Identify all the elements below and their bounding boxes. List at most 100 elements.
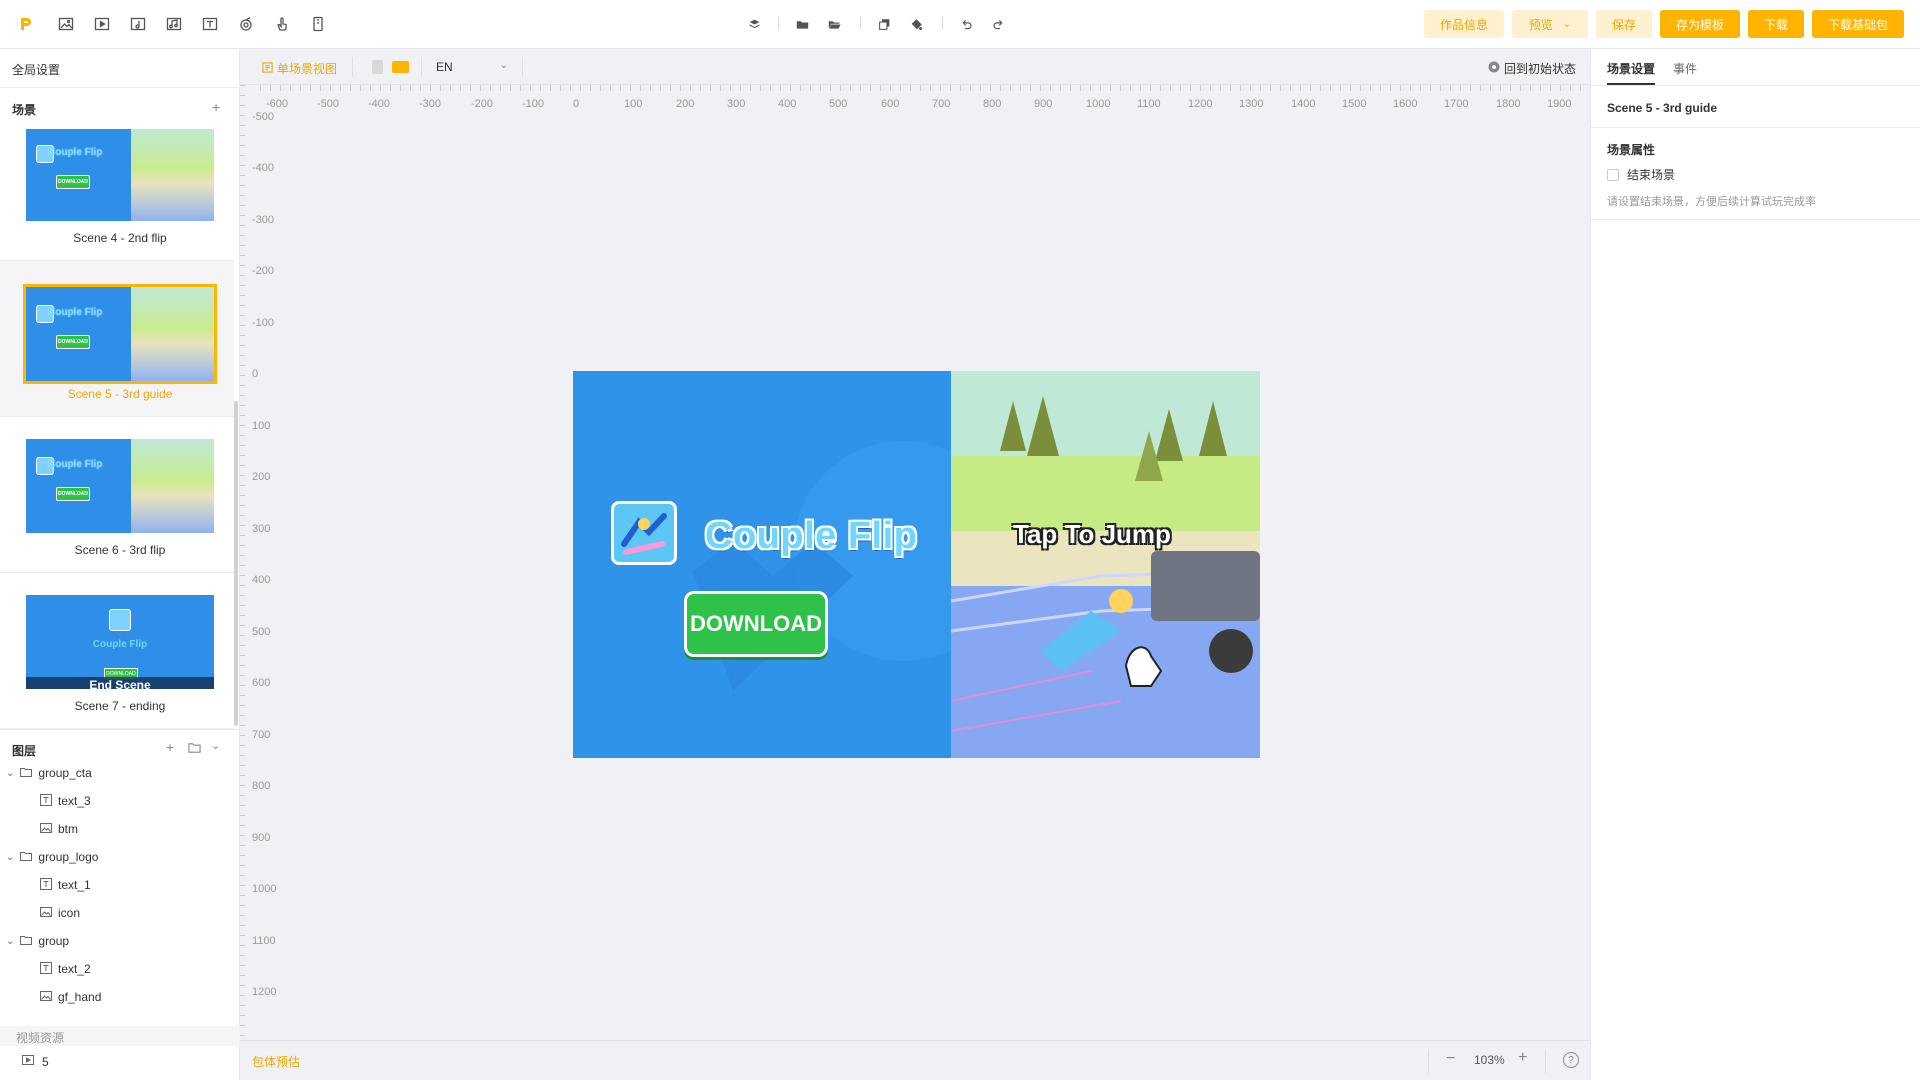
ruler-tick-label: 500 [252,626,271,638]
add-scene-icon[interactable]: + [212,99,220,115]
end-scene-checkbox-row[interactable]: 结束场景 [1607,166,1675,183]
ruler-tick-label: 100 [624,98,643,110]
ruler-tick-label: -400 [368,98,391,110]
thumb-title: Couple Flip [48,459,103,470]
ruler-tick-label: -300 [252,214,275,226]
ruler-tick-label: 1900 [1547,98,1572,110]
scene-list-scrollbar[interactable] [234,401,238,726]
reset-state-label: 回到初始状态 [1504,62,1577,76]
folder-icon[interactable] [794,16,810,32]
scene-item[interactable]: Couple Flip DOWNLOAD Scene 4 - 2nd flip [0,129,234,261]
redo-icon[interactable] [990,16,1006,32]
layer-item-text[interactable]: text_3 [0,787,240,815]
chevron-down-icon[interactable]: ⌄ [6,936,14,947]
paint-icon[interactable] [908,16,924,32]
chevron-down-icon[interactable]: ⌄ [6,852,14,863]
layer-item-group[interactable]: ⌄ group_cta [0,759,240,787]
ruler-tick-label: 1800 [1496,98,1521,110]
global-settings-label[interactable]: 全局设置 [12,61,60,78]
download-base-package-button[interactable]: 下载基础包 [1812,10,1904,38]
package-estimate-link[interactable]: 包体预估 [252,1053,300,1070]
end-scene-overlay: End Scene [26,677,214,689]
zoom-in-button[interactable]: + [1518,1049,1527,1067]
zoom-out-button[interactable]: − [1446,1050,1455,1068]
single-scene-view-label: 单场景视图 [277,62,338,76]
spinner-icon[interactable] [236,14,256,34]
download-cta-button[interactable]: DOWNLOAD [684,591,828,657]
phone-icon[interactable] [308,14,328,34]
video-asset-item[interactable]: 5 [22,1054,49,1069]
canvas-toolbar: 单场景视图 EN ⌄ 回到初始状态 [240,49,1590,85]
scene-thumbnail: Couple Flip DOWNLOAD End Scene [26,595,214,689]
toolbar-divider [778,17,779,29]
reset-state-button[interactable]: 回到初始状态 [1488,60,1576,77]
image-layer-icon [40,990,52,1005]
help-icon[interactable]: ? [1563,1052,1579,1068]
download-button[interactable]: 下载 [1748,10,1804,38]
video-icon[interactable] [92,14,112,34]
folder-open-icon[interactable] [826,16,842,32]
tab-events[interactable]: 事件 [1673,60,1697,77]
color-swatch-gray[interactable] [372,60,383,74]
music-icon[interactable] [164,14,184,34]
end-scene-checkbox[interactable] [1607,168,1619,181]
scene-thumbnail: Couple Flip DOWNLOAD [23,284,217,384]
add-layer-icon[interactable]: + [166,739,174,755]
layer-item-group[interactable]: ⌄ group_logo [0,843,240,871]
folder-icon [20,850,33,865]
game-scene-image [951,371,1260,758]
layer-item-image[interactable]: gf_hand [0,983,240,1011]
single-scene-view-button[interactable]: 单场景视图 [262,60,337,77]
layer-item-text[interactable]: text_2 [0,955,240,983]
text-icon[interactable] [200,14,220,34]
ruler-tick-label: 100 [252,420,271,432]
hand-icon[interactable] [272,14,292,34]
image-icon[interactable] [56,14,76,34]
ruler-tick-label: 0 [252,368,259,380]
layer-item-text[interactable]: text_1 [0,871,240,899]
layer-label: group [38,934,70,948]
chevron-down-icon[interactable]: ⌄ [6,768,14,779]
save-template-button[interactable]: 存为模板 [1660,10,1740,38]
preview-left-panel: Couple Flip DOWNLOAD [573,371,951,758]
ruler-tick-label: 900 [252,832,271,844]
language-select[interactable]: EN ⌄ [436,60,508,74]
divider [1545,1049,1546,1073]
ruler-tick-label: 400 [778,98,797,110]
canvas-bottom-bar: 包体预估 − 103% + ? [240,1040,1590,1080]
collapse-layers-icon[interactable]: ⌄ [211,739,220,752]
scene-item-active[interactable]: Couple Flip DOWNLOAD Scene 5 - 3rd guide [0,261,234,417]
end-scene-hint: 请设置结束场景，方便后续计算试玩完成率 [1607,196,1816,208]
add-folder-icon[interactable] [188,741,201,757]
single-scene-icon [262,61,273,76]
tab-scene-settings[interactable]: 场景设置 [1607,60,1655,77]
layer-item-image[interactable]: btm [0,815,240,843]
end-scene-label: 结束场景 [1627,168,1676,182]
color-swatch-yellow[interactable] [392,61,409,73]
undo-icon[interactable] [958,16,974,32]
ruler-tick-label: 900 [1034,98,1053,110]
image-layer-icon [40,906,52,921]
preview-button-label: 预览 [1528,17,1553,32]
ruler-tick-label: -400 [252,162,275,174]
scene-item[interactable]: Couple Flip DOWNLOAD End Scene Scene 7 -… [0,573,234,729]
video-assets-title: 视频资源 [16,1031,65,1045]
divider [352,57,353,77]
scenes-title: 场景 [12,103,37,117]
save-button[interactable]: 保存 [1596,10,1652,38]
layer-item-group[interactable]: ⌄ group [0,927,240,955]
preview-button[interactable]: 预览 ⌄ [1512,10,1588,38]
scene-item[interactable]: Couple Flip DOWNLOAD Scene 6 - 3rd flip [0,417,234,573]
vertical-ruler: -500 -400 -300 -200 -100 0 100 200 300 4… [240,85,276,1040]
scene-preview[interactable]: Couple Flip DOWNLOAD Tap To Jump [573,371,1260,758]
layers-icon[interactable] [746,16,762,32]
layer-item-image[interactable]: icon [0,899,240,927]
audio-icon[interactable] [128,14,148,34]
project-info-button[interactable]: 作品信息 [1424,10,1504,38]
app-logo-icon[interactable] [16,14,36,34]
ruler-tick-label: 1000 [252,883,277,895]
ruler-tick-label: 700 [252,729,271,741]
copy-icon[interactable] [876,16,892,32]
chevron-down-icon: ⌄ [499,60,508,71]
ruler-tick-label: 1200 [1188,98,1213,110]
